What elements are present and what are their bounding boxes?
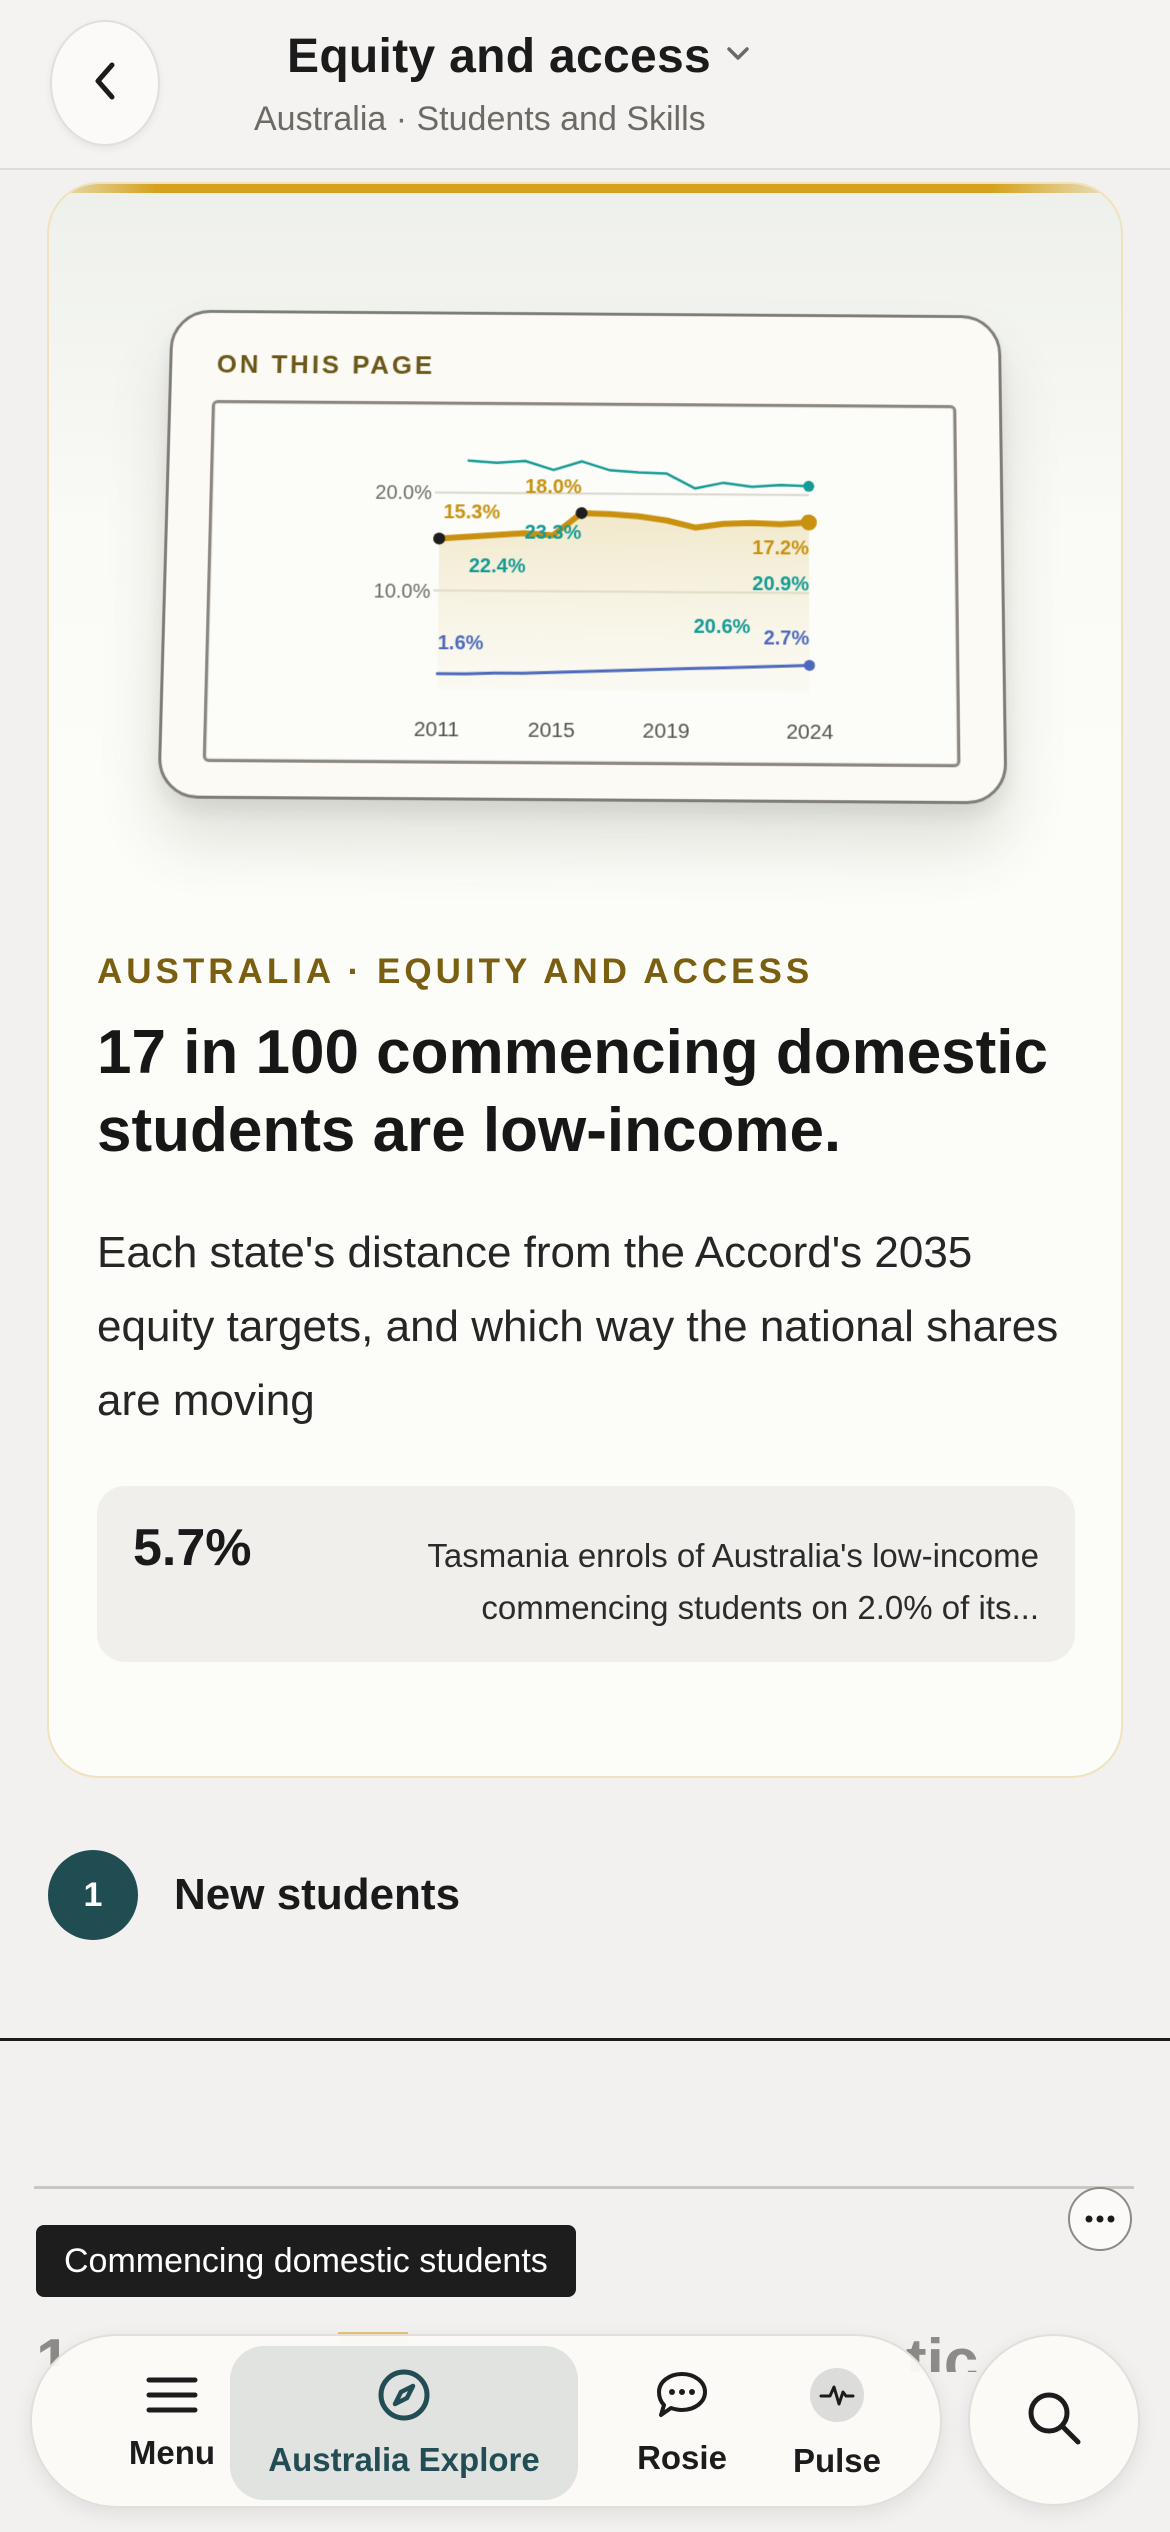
nav-label-pulse: Pulse <box>792 2441 882 2479</box>
menu-icon <box>146 2375 198 2420</box>
chat-icon <box>655 2370 709 2425</box>
nav-item-rosie[interactable]: Rosie <box>592 2336 772 2510</box>
more-horizontal-icon <box>1085 2210 1115 2228</box>
more-options-button[interactable] <box>1068 2187 1132 2251</box>
search-button[interactable] <box>968 2334 1140 2506</box>
top-app-bar: Equity and access Australia · Students a… <box>0 0 1170 170</box>
card-divider <box>34 2186 1134 2189</box>
hero-card: ON THIS PAGE 15.3% 18.0% 17.2% 22.4% 23.3% 20… <box>47 182 1123 1778</box>
data-label: 20.9% <box>752 573 809 596</box>
preview-label: ON THIS PAGE <box>216 349 436 380</box>
pulse-icon <box>809 2367 865 2428</box>
section-title: New students <box>174 1870 461 1919</box>
x-tick-label: 2019 <box>643 719 690 743</box>
y-tick-label: 10.0% <box>373 580 430 603</box>
search-icon <box>1024 2388 1084 2453</box>
series-end-point <box>803 480 815 492</box>
nav-item-australia-explore[interactable]: Australia Explore <box>230 2346 578 2500</box>
x-tick-label: 2011 <box>414 718 460 742</box>
key-stat[interactable]: 5.7% Tasmania enrols of Australia's low-… <box>97 1486 1075 1662</box>
card-headline: 17 in 100 commencing domestic students a… <box>97 1018 1049 1165</box>
series-line <box>468 461 808 490</box>
data-label: 22.4% <box>469 556 526 579</box>
data-label: 2.7% <box>764 628 810 651</box>
section-divider <box>0 2038 1170 2041</box>
key-stat-value: 5.7% <box>133 1519 252 1577</box>
card-description: Each state's distance from the Accord's … <box>97 1228 1059 1425</box>
chevron-down-icon <box>725 45 751 68</box>
data-label: 23.3% <box>525 521 582 543</box>
trend-chart-svg: 15.3% 18.0% 17.2% 22.4% 23.3% 20.6%20.9% 1.6% 2… <box>373 403 833 744</box>
y-tick-label: 20.0% <box>375 482 432 504</box>
breadcrumb: Australia · Students and Skills <box>254 100 706 138</box>
page-preview-device[interactable]: ON THIS PAGE 15.3% 18.0% 17.2% 22.4% 23.3% 20… <box>157 309 1008 805</box>
nav-label-australia-explore: Australia Explore <box>268 2440 540 2478</box>
chevron-left-icon <box>88 59 122 108</box>
card-accent-bar <box>49 184 1121 193</box>
preview-chart: 15.3% 18.0% 17.2% 22.4% 23.3% 20.6% 20.9% 1.6% 2… <box>202 399 961 768</box>
key-stat-description: Tasmania enrols of Australia's low-incom… <box>427 1537 1039 1626</box>
metric-tooltip: Commencing domestic students <box>36 2225 576 2297</box>
data-label: 18.0% <box>525 476 582 498</box>
highlight-point <box>575 507 588 520</box>
x-tick-label: 2015 <box>528 718 575 742</box>
x-tick-label: 2024 <box>786 720 833 744</box>
nav-item-pulse[interactable]: Pulse <box>762 2336 912 2510</box>
data-label: 17.2% <box>752 537 809 559</box>
card-kicker: AUSTRALIA · EQUITY AND ACCESS <box>97 952 814 991</box>
nav-label-menu: Menu <box>128 2433 216 2471</box>
data-label: 15.3% <box>443 502 500 524</box>
page-title: Equity and access <box>287 29 711 83</box>
bottom-navigation: Menu Australia Explore Rosie Pulse <box>30 2334 942 2508</box>
page-title-dropdown[interactable]: Equity and access <box>287 28 751 84</box>
back-button[interactable] <box>50 20 160 146</box>
data-label: 1.6% <box>438 632 484 655</box>
data-label: 20.6% <box>694 615 751 638</box>
nav-label-rosie: Rosie <box>637 2438 727 2476</box>
compass-icon <box>377 2368 431 2427</box>
section-number-badge: 1 <box>48 1850 138 1940</box>
gridline <box>435 492 809 495</box>
